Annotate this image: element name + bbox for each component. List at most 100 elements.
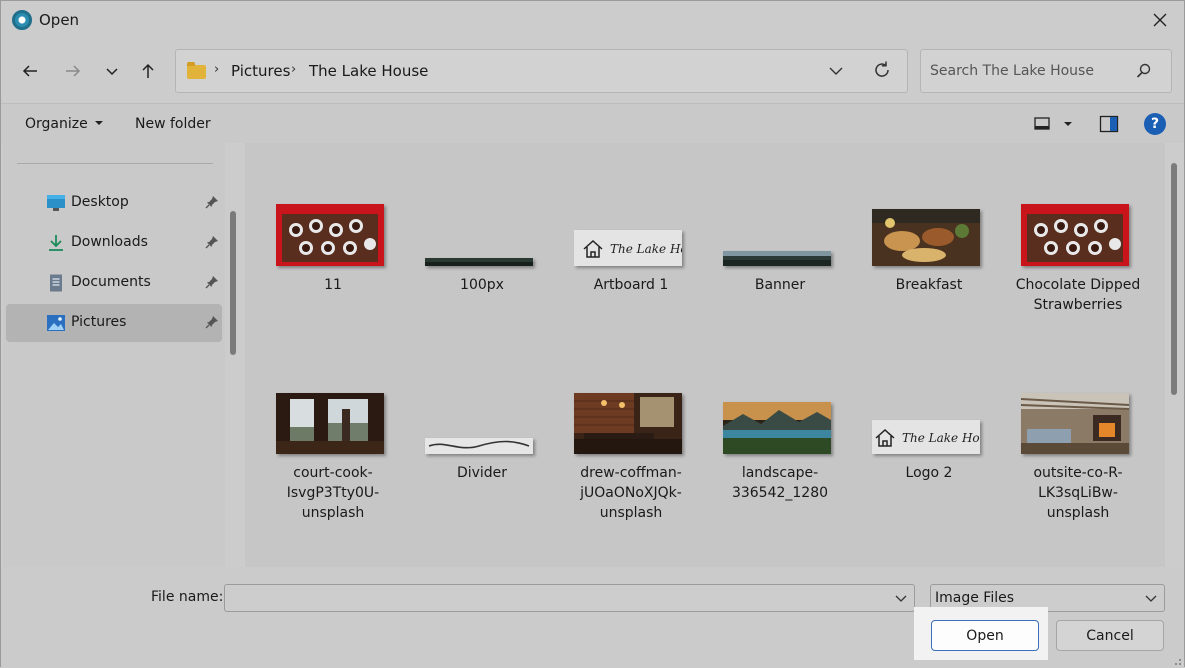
file-name-label: Divider — [456, 465, 508, 481]
image-thumbnail — [872, 209, 980, 266]
recent-locations-button[interactable] — [98, 57, 126, 85]
help-button[interactable]: ? — [1144, 113, 1166, 135]
chevron-down-icon[interactable] — [894, 591, 908, 605]
help-icon: ? — [1150, 116, 1160, 132]
folder-icon — [187, 62, 206, 79]
search-box — [920, 49, 1172, 93]
image-thumbnail — [723, 402, 831, 454]
sidebar-item-downloads[interactable]: Downloads — [6, 224, 222, 262]
documents-icon — [50, 274, 62, 292]
sidebar-item-label: Pictures — [71, 314, 127, 330]
image-thumbnail — [276, 204, 384, 266]
pin-icon[interactable] — [205, 315, 219, 329]
close-button[interactable] — [1146, 7, 1174, 33]
preview-pane-button[interactable] — [1099, 114, 1121, 134]
command-bar: Organize New folder ? — [1, 103, 1184, 143]
forward-button[interactable] — [59, 57, 87, 85]
file-name-input[interactable] — [225, 585, 885, 611]
breadcrumb-pictures[interactable]: Pictures — [231, 62, 290, 80]
file-name-label: Chocolate Dipped Strawberries — [1015, 277, 1141, 313]
organize-label: Organize — [25, 116, 88, 132]
image-thumbnail — [1021, 204, 1129, 266]
file-name-label: Logo 2 — [905, 465, 953, 481]
file-item-artboard-1[interactable]: The Lake House. Artboard 1 — [561, 199, 701, 339]
file-name-label: outsite-co-R-LK3sqLiBw-unsplash — [1033, 465, 1123, 521]
window-title: Open — [39, 11, 80, 29]
image-thumbnail — [574, 393, 682, 454]
logo-2-text: The Lake House. — [902, 431, 980, 445]
close-icon — [1153, 13, 1167, 27]
up-button[interactable] — [134, 57, 162, 85]
file-name-label: Breakfast — [895, 277, 963, 293]
sidebar-item-label: Downloads — [71, 234, 148, 250]
breadcrumb-chevron-icon[interactable]: › — [214, 62, 219, 77]
file-name-label: landscape-336542_1280 — [731, 465, 829, 501]
navigation-bar: › Pictures › The Lake House — [1, 39, 1184, 103]
view-options-button[interactable] — [1032, 114, 1072, 134]
file-item-chocolate-dipped-strawberries[interactable]: Chocolate Dipped Strawberries — [1008, 199, 1148, 339]
dialog-footer: File name: Image Files Open Cancel — [1, 567, 1184, 668]
file-item-drew-coffman[interactable]: drew-coffman-jUOaONoXJQk-unsplash — [561, 389, 701, 529]
file-item-landscape[interactable]: landscape-336542_1280 — [710, 389, 850, 529]
desktop-icon — [47, 195, 65, 211]
sidebar-item-label: Desktop — [71, 194, 129, 210]
sidebar-scrollbar[interactable] — [230, 211, 236, 355]
organize-button[interactable]: Organize — [25, 116, 104, 132]
refresh-icon — [875, 61, 889, 77]
image-thumbnail — [1021, 393, 1129, 454]
file-name-combobox — [224, 584, 915, 612]
logo-thumbnail: The Lake House. — [872, 420, 980, 454]
file-item-divider[interactable]: Divider — [412, 389, 552, 529]
navigation-pane: Desktop Downloads Documents Pictures — [3, 143, 225, 567]
file-name-label: 100px — [460, 277, 504, 293]
file-type-value: Image Files — [935, 590, 1015, 606]
sidebar-item-desktop[interactable]: Desktop — [6, 184, 222, 222]
caret-down-icon — [95, 121, 104, 125]
file-item-banner[interactable]: Banner — [710, 199, 850, 339]
new-folder-button[interactable]: New folder — [135, 116, 211, 132]
preview-pane-icon — [1099, 115, 1119, 133]
resize-grip-icon[interactable] — [1172, 656, 1182, 666]
sidebar-item-label: Documents — [71, 274, 151, 290]
search-button[interactable] — [1135, 62, 1153, 80]
refresh-button[interactable] — [872, 60, 894, 82]
breadcrumb-the-lake-house[interactable]: The Lake House — [309, 62, 428, 80]
open-button[interactable]: Open — [931, 620, 1039, 651]
chevron-down-icon — [829, 67, 843, 75]
title-bar: Open — [1, 1, 1184, 39]
pictures-icon — [47, 315, 65, 331]
pin-icon[interactable] — [205, 235, 219, 249]
sidebar-item-documents[interactable]: Documents — [6, 264, 222, 302]
address-history-button[interactable] — [828, 60, 848, 80]
chevron-down-icon — [106, 68, 118, 76]
file-item-court-cook[interactable]: court-cook-IsvgP3Tty0U-unsplash — [263, 389, 403, 529]
search-input[interactable] — [921, 50, 1131, 92]
cancel-button[interactable]: Cancel — [1056, 620, 1164, 651]
arrow-up-icon — [142, 63, 154, 78]
file-item-logo-2[interactable]: The Lake House. Logo 2 — [859, 389, 999, 529]
file-name-label: File name: — [151, 589, 224, 605]
address-bar[interactable]: › Pictures › The Lake House — [175, 49, 908, 93]
sidebar-divider — [17, 163, 213, 164]
file-item-11[interactable]: 11 — [263, 199, 403, 339]
image-thumbnail — [425, 258, 533, 266]
image-thumbnail — [723, 251, 831, 266]
pin-icon[interactable] — [205, 275, 219, 289]
sidebar-item-pictures[interactable]: Pictures — [6, 304, 222, 342]
file-name-label: court-cook-IsvgP3Tty0U-unsplash — [286, 465, 380, 521]
file-item-outsite-co[interactable]: outsite-co-R-LK3sqLiBw-unsplash — [1008, 389, 1148, 529]
open-file-dialog: Open › Pictures › The Lake House Search … — [0, 0, 1185, 668]
app-icon — [12, 10, 32, 30]
file-item-100px[interactable]: 100px — [412, 199, 552, 339]
breadcrumb-chevron-icon[interactable]: › — [291, 62, 296, 77]
file-name-label: Artboard 1 — [593, 277, 669, 293]
pin-icon[interactable] — [205, 195, 219, 209]
image-thumbnail — [276, 393, 384, 454]
file-item-breakfast[interactable]: Breakfast — [859, 199, 999, 339]
back-button[interactable] — [16, 57, 44, 85]
chevron-down-icon — [1145, 595, 1157, 602]
artboard-logo-text: The Lake House. — [610, 242, 682, 256]
file-list-scrollbar[interactable] — [1171, 163, 1177, 395]
image-thumbnail — [425, 438, 533, 454]
file-name-label: Banner — [754, 277, 806, 293]
